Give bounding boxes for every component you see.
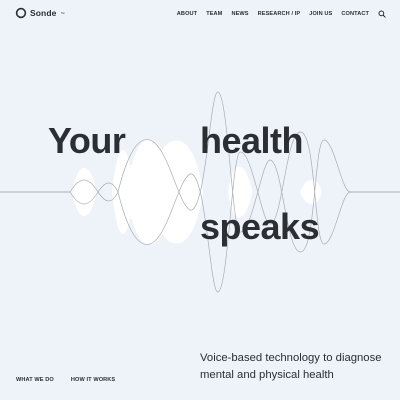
nav-item-news[interactable]: NEWS bbox=[231, 11, 248, 17]
nav-item-about[interactable]: ABOUT bbox=[177, 11, 197, 17]
headline-word-health: health bbox=[200, 120, 304, 161]
headline-word-speaks: speaks bbox=[200, 206, 320, 247]
trademark-symbol: ™ bbox=[60, 10, 65, 16]
nav-item-research-ip[interactable]: RESEARCH / IP bbox=[258, 11, 301, 17]
section-links: WHAT WE DO HOW IT WORKS bbox=[16, 377, 115, 383]
nav-item-contact[interactable]: CONTACT bbox=[341, 11, 369, 17]
brand-name: Sonde bbox=[30, 8, 57, 18]
link-what-we-do[interactable]: WHAT WE DO bbox=[16, 377, 54, 383]
main-nav: ABOUT TEAM NEWS RESEARCH / IP JOIN US CO… bbox=[177, 10, 386, 18]
brand-logo[interactable]: Sonde ™ bbox=[15, 7, 64, 19]
search-icon[interactable] bbox=[378, 10, 386, 18]
sonde-logo-icon bbox=[15, 7, 27, 19]
voice-waveform-graphic bbox=[0, 91, 400, 293]
headline-word-your: Your bbox=[48, 120, 126, 161]
nav-item-team[interactable]: TEAM bbox=[206, 11, 222, 17]
link-how-it-works[interactable]: HOW IT WORKS bbox=[71, 377, 115, 383]
top-navigation-bar: Sonde ™ ABOUT TEAM NEWS RESEARCH / IP JOI… bbox=[0, 0, 400, 28]
nav-item-join-us[interactable]: JOIN US bbox=[309, 11, 332, 17]
hero-tagline: Voice-based technology to diagnose menta… bbox=[200, 352, 382, 381]
